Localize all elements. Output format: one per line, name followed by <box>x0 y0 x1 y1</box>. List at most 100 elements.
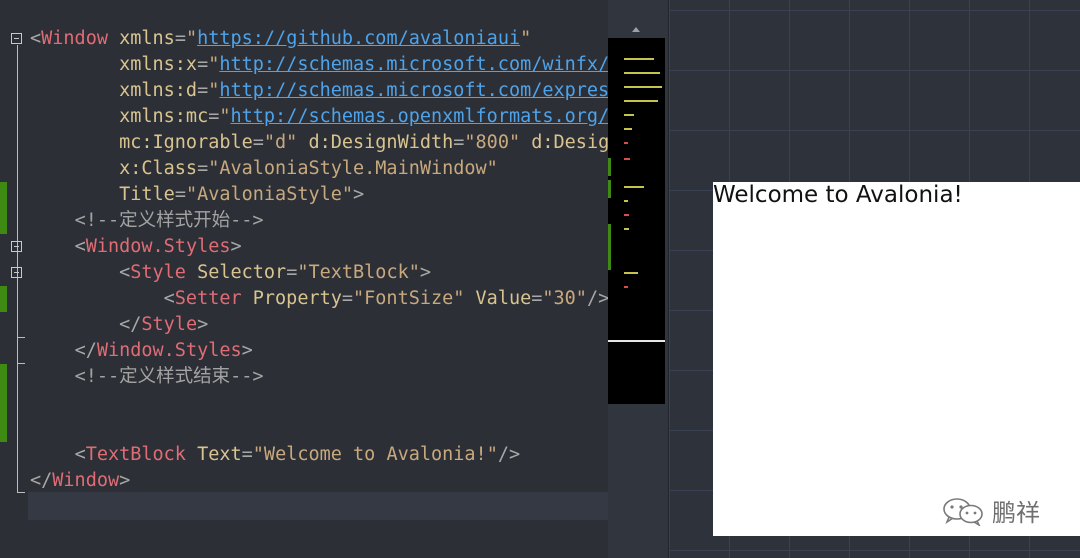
code-token-br: = <box>197 80 209 101</box>
preview-textblock: Welcome to Avalonia! <box>713 182 963 208</box>
code-token-tag: TextBlock <box>85 444 186 465</box>
code-line[interactable]: <!--定义样式开始--> <box>30 208 608 234</box>
code-token-attr: x:Class <box>119 158 198 179</box>
watermark-text: 鹏祥 <box>992 499 1040 527</box>
code-token-br: = <box>197 54 209 75</box>
change-marker <box>0 364 7 442</box>
current-line-highlight <box>28 492 608 520</box>
code-line[interactable]: xmlns:mc="http://schemas.openxmlformats.… <box>30 104 608 130</box>
code-token-br: = <box>453 132 465 153</box>
code-token-tag: Style <box>130 262 186 283</box>
design-preview-canvas[interactable]: Welcome to Avalonia! <box>668 0 1080 558</box>
code-line[interactable] <box>30 390 608 416</box>
code-line[interactable]: </Window> <box>30 468 608 494</box>
code-token-br: = <box>252 132 264 153</box>
minimap-line <box>624 286 628 288</box>
code-token-url[interactable]: http://schemas.microsoft.com/expressio <box>219 80 608 101</box>
code-line[interactable]: mc:Ignorable="d" d:DesignWidth="800" d:D… <box>30 130 608 156</box>
code-line[interactable]: <Window xmlns="https://github.com/avalon… <box>30 26 608 52</box>
code-token-attr: Property <box>252 288 342 309</box>
editor-gutter <box>0 0 28 558</box>
fold-toggle-window-styles[interactable] <box>11 241 22 252</box>
code-token-br: </ <box>119 314 142 335</box>
code-token-br: < <box>74 236 86 257</box>
code-token-url[interactable]: http://schemas.microsoft.com/winfx/200 <box>219 54 608 75</box>
wechat-icon <box>943 497 983 526</box>
code-editor[interactable]: <Window xmlns="https://github.com/avalon… <box>0 0 608 558</box>
code-token-val: "AvaloniaStyle.MainWindow" <box>208 158 498 179</box>
code-line[interactable]: </Style> <box>30 312 608 338</box>
code-token-attr: xmlns:d <box>119 80 198 101</box>
code-token-br: = <box>286 262 298 283</box>
code-minimap[interactable] <box>608 0 668 558</box>
code-token-attr: mc:Ignorable <box>119 132 253 153</box>
code-token-br: = <box>208 106 220 127</box>
code-token-br: > <box>197 314 209 335</box>
code-token-br: = <box>341 288 354 309</box>
code-token-tag: Window <box>41 28 108 49</box>
code-token-br: < <box>74 444 86 465</box>
minimap-line <box>624 72 660 74</box>
minimap-change-marker <box>608 180 611 198</box>
fold-toggle-style[interactable] <box>11 267 22 278</box>
minimap-line <box>624 186 644 188</box>
fold-toggle-window[interactable] <box>11 33 22 44</box>
fold-guide-end <box>17 337 25 338</box>
xaml-code[interactable]: <Window xmlns="https://github.com/avalon… <box>30 26 608 494</box>
code-token-cmt: <!--定义样式结束--> <box>74 366 264 387</box>
code-token-attr: d:DesignHe <box>531 132 608 153</box>
scroll-up-arrow-icon[interactable] <box>632 27 640 32</box>
code-line[interactable]: xmlns:x="http://schemas.microsoft.com/wi… <box>30 52 608 78</box>
minimap-line <box>624 214 629 216</box>
code-line[interactable]: <Style Selector="TextBlock"> <box>30 260 608 286</box>
code-token-cmt: <!--定义样式开始--> <box>74 210 264 231</box>
code-line[interactable]: <Setter Property="FontSize" Value="30"/> <box>30 286 608 312</box>
code-token-tag: Window.Styles <box>85 236 231 257</box>
code-token-val: "TextBlock" <box>297 262 420 283</box>
code-token-attr: Selector <box>197 262 287 283</box>
code-token-url[interactable]: https://github.com/avaloniaui <box>197 28 520 49</box>
code-token-val: "AvaloniaStyle" <box>185 184 354 205</box>
change-marker <box>0 182 7 234</box>
code-line[interactable]: Title="AvaloniaStyle"> <box>30 182 608 208</box>
code-line[interactable] <box>30 416 608 442</box>
code-token-br: = <box>174 28 186 49</box>
code-token-val: " <box>185 28 198 49</box>
code-token-br: </ <box>74 340 97 361</box>
code-token-br: > <box>419 262 432 283</box>
fold-guide-end <box>17 492 25 493</box>
code-line[interactable]: x:Class="AvaloniaStyle.MainWindow" <box>30 156 608 182</box>
code-token-br: = <box>197 158 209 179</box>
code-token-br: /> <box>586 288 608 309</box>
code-line[interactable]: <TextBlock Text="Welcome to Avalonia!"/> <box>30 442 608 468</box>
code-token-attr: xmlns:mc <box>119 106 209 127</box>
code-line[interactable]: <Window.Styles> <box>30 234 608 260</box>
code-line[interactable]: xmlns:d="http://schemas.microsoft.com/ex… <box>30 78 608 104</box>
code-token-attr: xmlns:x <box>119 54 198 75</box>
minimap-line <box>624 100 658 102</box>
code-line[interactable]: </Window.Styles> <box>30 338 608 364</box>
minimap-viewport[interactable] <box>608 38 665 404</box>
minimap-separator <box>608 340 665 342</box>
code-token-br: > <box>119 470 131 491</box>
code-token-url[interactable]: http://schemas.openxmlformats.org/mar <box>231 106 609 127</box>
code-token-tag: Style <box>141 314 198 335</box>
code-token-attr: xmlns <box>119 28 175 49</box>
minimap-change-marker <box>608 158 611 176</box>
minimap-line <box>624 200 628 202</box>
change-marker <box>0 286 7 312</box>
minimap-change-marker <box>608 224 611 270</box>
code-line[interactable]: <!--定义样式结束--> <box>30 364 608 390</box>
